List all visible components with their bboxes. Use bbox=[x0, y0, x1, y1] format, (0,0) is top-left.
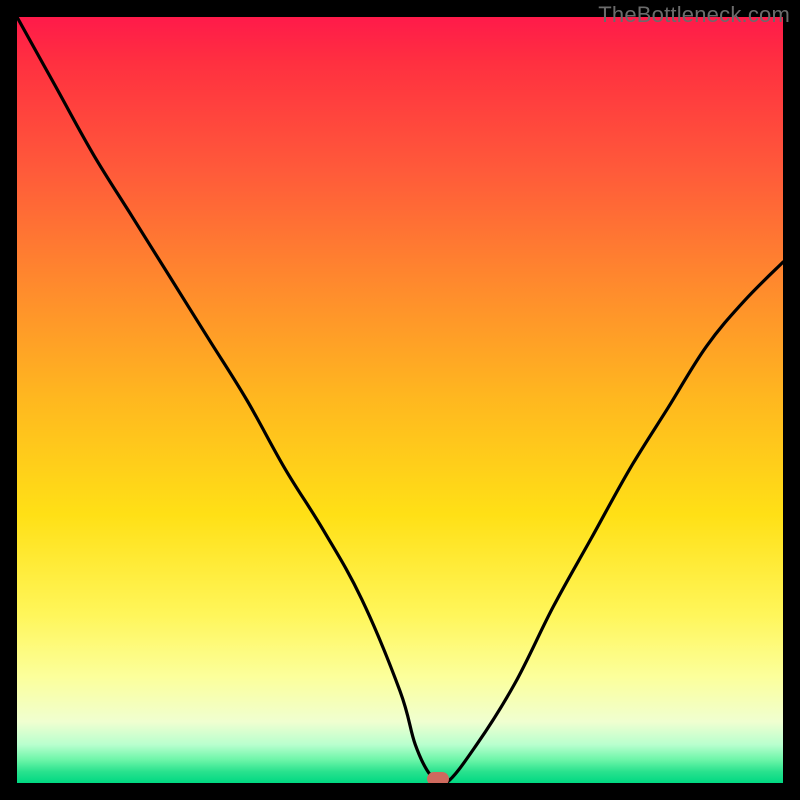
plot-area bbox=[17, 17, 783, 783]
chart-frame: TheBottleneck.com bbox=[0, 0, 800, 800]
bottleneck-curve bbox=[17, 17, 783, 783]
curve-svg bbox=[17, 17, 783, 783]
optimal-point-marker bbox=[427, 772, 449, 783]
watermark-text: TheBottleneck.com bbox=[598, 2, 790, 28]
